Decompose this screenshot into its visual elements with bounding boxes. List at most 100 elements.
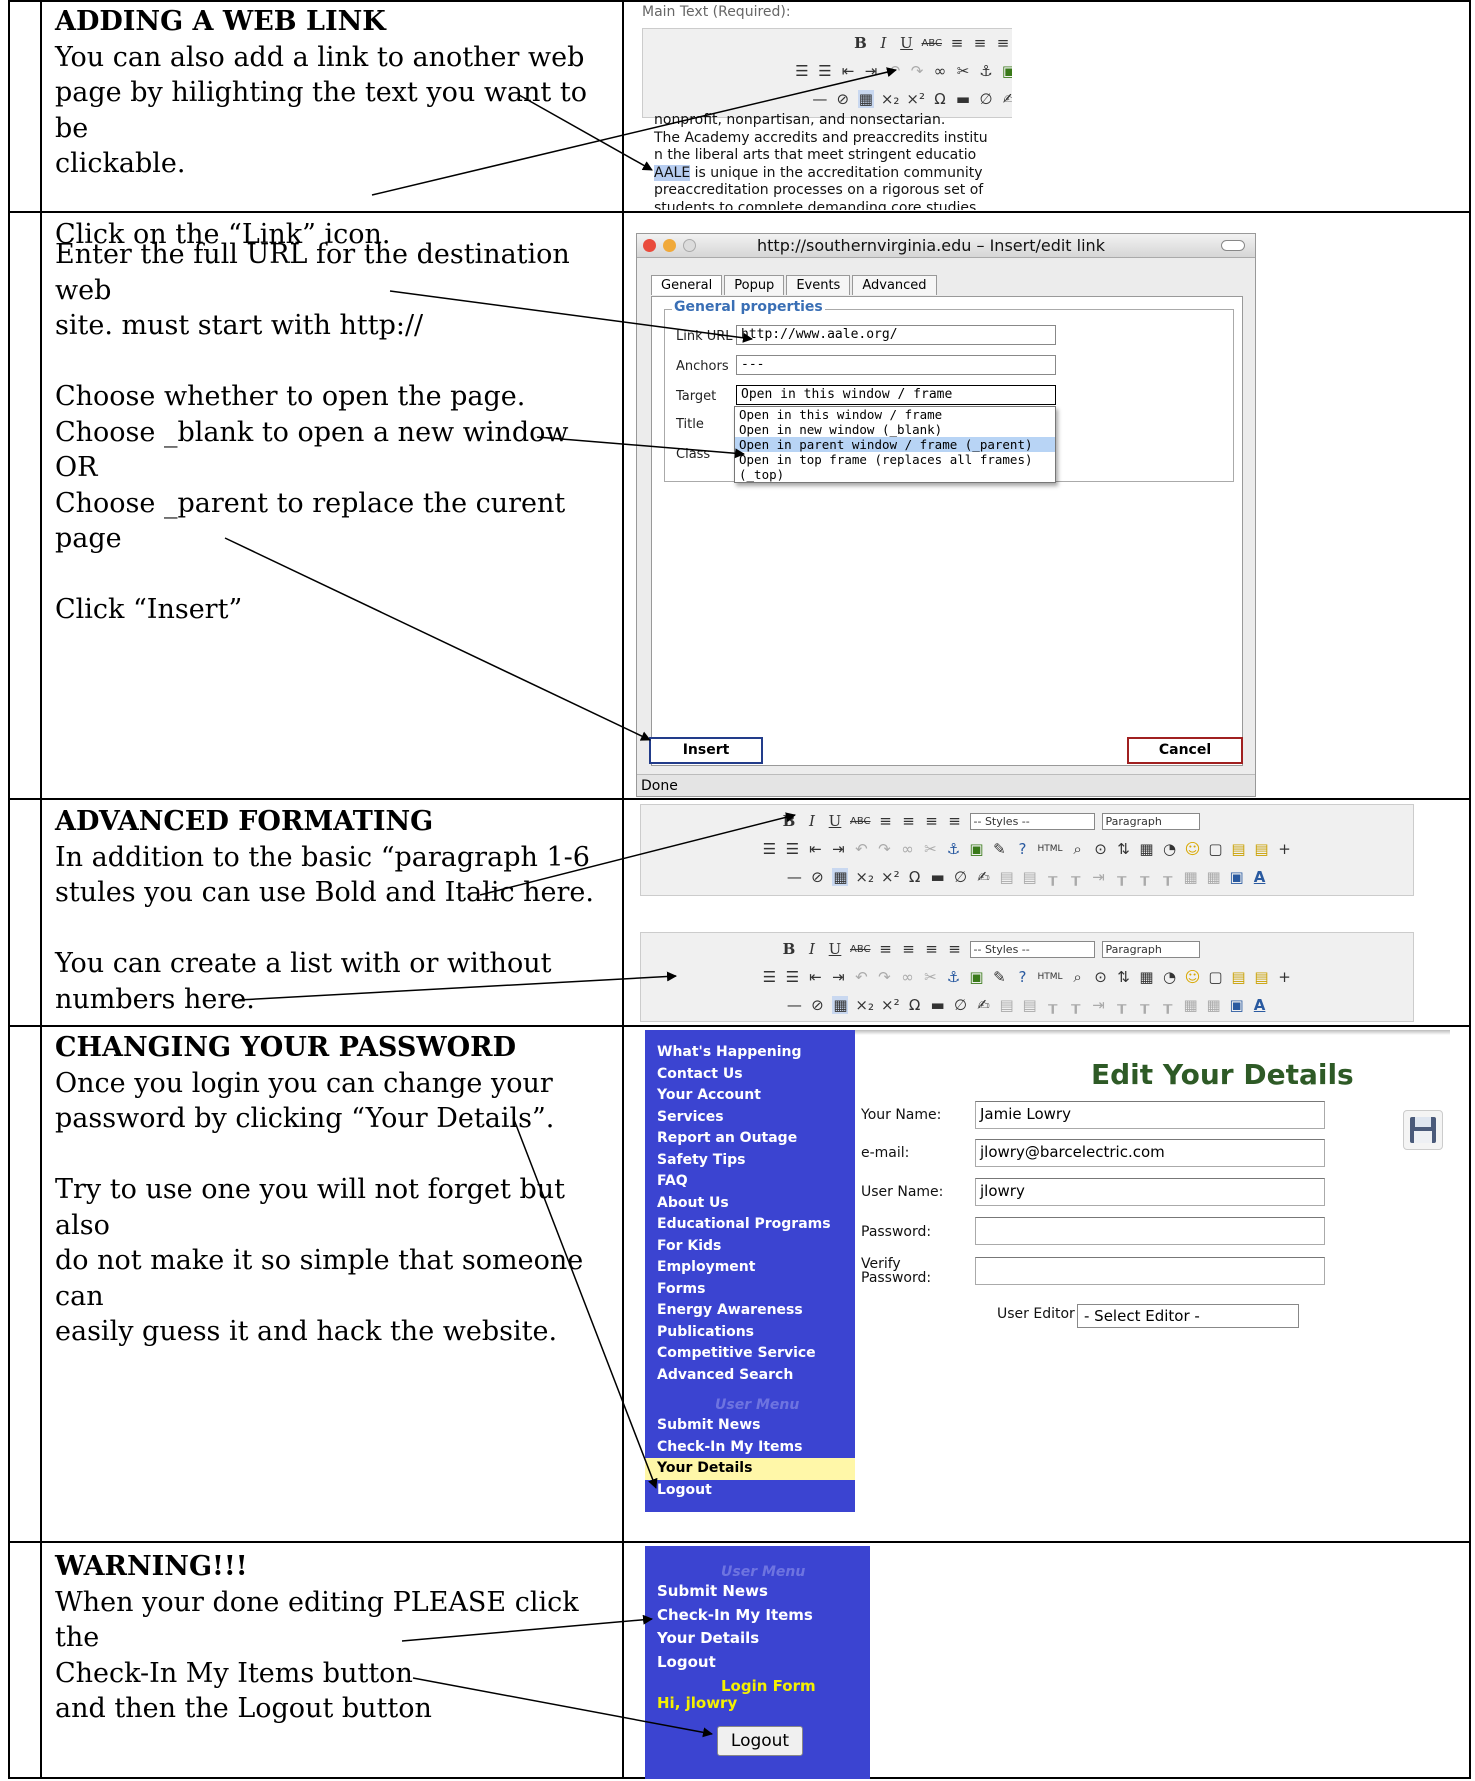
unlink-icon[interactable]: ✂ bbox=[922, 840, 938, 858]
superscript-icon[interactable]: ×² bbox=[881, 868, 900, 886]
zoom-icon[interactable] bbox=[683, 239, 696, 252]
underline-button[interactable]: U bbox=[898, 34, 914, 52]
target-select[interactable]: Open in this window / frame bbox=[736, 385, 1056, 405]
style-props-icon[interactable]: A bbox=[1252, 996, 1268, 1014]
row-after-icon[interactable]: ┰ bbox=[1068, 868, 1084, 886]
menu-item-whats-happening[interactable]: What's Happening bbox=[645, 1042, 855, 1064]
indent-icon[interactable]: ⇥ bbox=[830, 968, 846, 986]
align-left-icon[interactable]: ≡ bbox=[878, 940, 894, 958]
col-after-icon[interactable]: ┰ bbox=[1137, 996, 1153, 1014]
backward-icon[interactable]: ▤ bbox=[1254, 840, 1270, 858]
target-option[interactable]: Open in new window (_blank) bbox=[735, 422, 1055, 437]
menu-item-services[interactable]: Services bbox=[645, 1107, 855, 1129]
style-props-icon[interactable]: A bbox=[1252, 868, 1268, 886]
table-icon[interactable]: ▦ bbox=[832, 996, 849, 1014]
paragraph-select[interactable]: Paragraph bbox=[1101, 940, 1200, 958]
tab-popup[interactable]: Popup bbox=[724, 275, 785, 295]
anchor-icon[interactable]: ⚓ bbox=[945, 968, 961, 986]
indent-icon[interactable]: ⇥ bbox=[830, 840, 846, 858]
editor-select[interactable]: - Select Editor - bbox=[1077, 1304, 1299, 1328]
paragraph-select[interactable]: Paragraph bbox=[1101, 812, 1200, 830]
toolbar-toggle-icon[interactable] bbox=[1221, 240, 1245, 251]
merge-cells-icon[interactable]: ▦ bbox=[1206, 868, 1222, 886]
time-icon[interactable]: ◔ bbox=[1162, 840, 1178, 858]
strike-button[interactable]: ABC bbox=[850, 944, 871, 955]
subscript-icon[interactable]: ×₂ bbox=[881, 90, 900, 108]
split-cells-icon[interactable]: ▦ bbox=[1183, 996, 1199, 1014]
cancel-button[interactable]: Cancel bbox=[1127, 737, 1243, 764]
redo-icon[interactable]: ↷ bbox=[909, 62, 925, 80]
close-icon[interactable] bbox=[643, 239, 656, 252]
insert-button[interactable]: Insert bbox=[649, 737, 763, 764]
replace-icon[interactable]: ⇅ bbox=[1116, 840, 1132, 858]
italic-button[interactable]: I bbox=[804, 812, 820, 830]
menu-item-your-account[interactable]: Your Account bbox=[645, 1085, 855, 1107]
strike-button[interactable]: ABC bbox=[850, 816, 871, 827]
italic-button[interactable]: I bbox=[804, 940, 820, 958]
save-icon[interactable] bbox=[1403, 1110, 1443, 1150]
menu-item-competitive[interactable]: Competitive Service bbox=[645, 1343, 855, 1365]
menu-item-report-outage[interactable]: Report an Outage bbox=[645, 1128, 855, 1150]
bold-button[interactable]: B bbox=[781, 812, 797, 830]
cell-props-icon[interactable]: ▤ bbox=[1022, 996, 1038, 1014]
tab-advanced[interactable]: Advanced bbox=[852, 275, 937, 295]
bold-button[interactable]: B bbox=[781, 940, 797, 958]
link-icon[interactable]: ∞ bbox=[932, 62, 948, 80]
col-before-icon[interactable]: ┰ bbox=[1114, 996, 1130, 1014]
align-left-icon[interactable]: ≡ bbox=[949, 34, 965, 52]
align-left-icon[interactable]: ≡ bbox=[878, 812, 894, 830]
align-justify-icon[interactable]: ≡ bbox=[947, 812, 963, 830]
cleanup-icon[interactable]: ✎ bbox=[991, 840, 1007, 858]
visual-aid-icon[interactable]: ▣ bbox=[1229, 868, 1245, 886]
row-props-icon[interactable]: ▤ bbox=[999, 996, 1015, 1014]
strike-button[interactable]: ABC bbox=[921, 38, 942, 49]
omega-icon[interactable]: Ω bbox=[932, 90, 948, 108]
verify-password-field[interactable] bbox=[975, 1257, 1325, 1285]
unlink-icon[interactable]: ✂ bbox=[922, 968, 938, 986]
menu-item-your-details[interactable]: Your Details bbox=[645, 1458, 855, 1480]
row-before-icon[interactable]: ┰ bbox=[1045, 996, 1061, 1014]
outdent-icon[interactable]: ⇤ bbox=[807, 840, 823, 858]
menu-item-forms[interactable]: Forms bbox=[645, 1279, 855, 1301]
bullet-list-icon[interactable]: ☰ bbox=[761, 968, 777, 986]
menu-item-logout[interactable]: Logout bbox=[645, 1480, 855, 1502]
panel-item-submit-news[interactable]: Submit News bbox=[645, 1580, 870, 1604]
date-icon[interactable]: ▦ bbox=[1139, 968, 1155, 986]
superscript-icon[interactable]: ×² bbox=[881, 996, 900, 1014]
col-before-icon[interactable]: ┰ bbox=[1114, 868, 1130, 886]
edit-icon[interactable]: ✍ bbox=[976, 868, 992, 886]
help-icon[interactable]: ? bbox=[1014, 968, 1030, 986]
link-icon[interactable]: ∞ bbox=[899, 840, 915, 858]
insert-layer-icon[interactable]: + bbox=[1277, 840, 1293, 858]
flash-icon[interactable]: ∅ bbox=[978, 90, 994, 108]
hr-icon[interactable]: — bbox=[786, 996, 802, 1014]
split-cells-icon[interactable]: ▦ bbox=[1183, 868, 1199, 886]
name-field[interactable]: Jamie Lowry bbox=[975, 1101, 1325, 1129]
email-field[interactable]: jlowry@barcelectric.com bbox=[975, 1139, 1325, 1167]
highlighted-word[interactable]: AALE bbox=[654, 164, 691, 181]
menu-item-advanced-search[interactable]: Advanced Search bbox=[645, 1365, 855, 1387]
undo-icon[interactable]: ↶ bbox=[853, 840, 869, 858]
emoticon-icon[interactable]: ☺ bbox=[1185, 968, 1201, 986]
menu-item-employment[interactable]: Employment bbox=[645, 1257, 855, 1279]
omega-icon[interactable]: Ω bbox=[907, 996, 923, 1014]
bold-button[interactable]: B bbox=[852, 34, 868, 52]
time-icon[interactable]: ◔ bbox=[1162, 968, 1178, 986]
edit-icon[interactable]: ✍ bbox=[1001, 90, 1012, 108]
hr-icon[interactable]: — bbox=[786, 868, 802, 886]
image-icon[interactable]: ▣ bbox=[968, 968, 984, 986]
anchors-select[interactable]: --- bbox=[736, 355, 1056, 375]
eraser-icon[interactable]: ⊘ bbox=[809, 868, 825, 886]
date-icon[interactable]: ▦ bbox=[1139, 840, 1155, 858]
styles-select[interactable]: -- Styles -- bbox=[969, 940, 1095, 958]
table-icon[interactable]: ▦ bbox=[832, 868, 849, 886]
cleanup-icon[interactable]: ✎ bbox=[991, 968, 1007, 986]
flash-icon[interactable]: ∅ bbox=[953, 868, 969, 886]
merge-cells-icon[interactable]: ▦ bbox=[1206, 996, 1222, 1014]
align-center-icon[interactable]: ≡ bbox=[972, 34, 988, 52]
image-icon[interactable]: ▣ bbox=[1001, 62, 1012, 80]
replace-icon[interactable]: ⇅ bbox=[1116, 968, 1132, 986]
menu-item-energy[interactable]: Energy Awareness bbox=[645, 1300, 855, 1322]
align-center-icon[interactable]: ≡ bbox=[901, 940, 917, 958]
html-icon[interactable]: HTML bbox=[1037, 844, 1062, 854]
